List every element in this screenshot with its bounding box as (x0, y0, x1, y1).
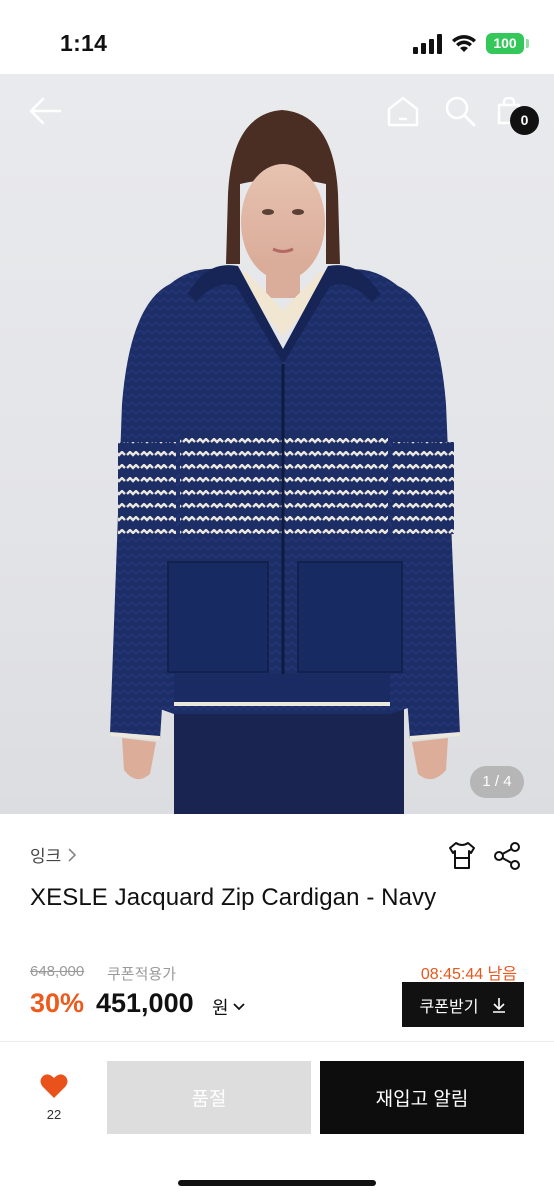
share-icon[interactable] (493, 841, 521, 871)
status-time: 1:14 (60, 30, 108, 56)
chevron-down-icon (232, 1003, 245, 1011)
get-coupon-label: 쿠폰받기 (419, 998, 479, 1016)
sale-price: 451,000 (96, 988, 194, 1018)
get-coupon-button[interactable]: 쿠폰받기 (402, 982, 524, 1027)
fit-guide-icon[interactable] (446, 840, 478, 872)
discount-rate: 30% (30, 988, 85, 1018)
coupon-price-note: 쿠폰적용가 (107, 966, 177, 983)
restock-alert-button[interactable]: 재입고 알림 (320, 1061, 524, 1134)
home-indicator (178, 1180, 376, 1186)
back-arrow-icon[interactable] (28, 96, 62, 126)
heart-icon (40, 1074, 68, 1098)
wifi-icon (452, 35, 476, 52)
brand-link[interactable]: 잉크 (30, 842, 77, 867)
brand-name: 잉크 (30, 847, 62, 866)
currency-label: 원 (212, 998, 229, 1018)
price-detail-toggle[interactable]: 원 (212, 994, 245, 1020)
download-icon (493, 997, 506, 1013)
countdown-timer: 08:45:44 남음 (420, 966, 517, 983)
cellular-signal-icon (413, 34, 442, 54)
search-icon[interactable] (444, 95, 476, 127)
like-count: 22 (46, 1107, 62, 1122)
like-button[interactable]: 22 (34, 1073, 74, 1122)
cart-count-badge[interactable]: 0 (510, 106, 539, 135)
status-bar: 1:14 100 (0, 0, 554, 74)
battery-tip (526, 39, 529, 48)
chevron-right-icon (68, 847, 77, 862)
home-icon[interactable] (386, 95, 420, 127)
product-photo (109, 110, 461, 814)
image-counter: 1 / 4 (470, 766, 524, 798)
product-image-carousel[interactable]: 0 1 / 4 (0, 74, 554, 814)
section-divider (0, 1041, 554, 1042)
product-title: XESLE Jacquard Zip Cardigan - Navy (30, 884, 437, 911)
original-price: 648,000 (30, 963, 85, 980)
sold-out-button[interactable]: 품절 (107, 1061, 311, 1134)
battery-indicator: 100 (486, 33, 524, 54)
